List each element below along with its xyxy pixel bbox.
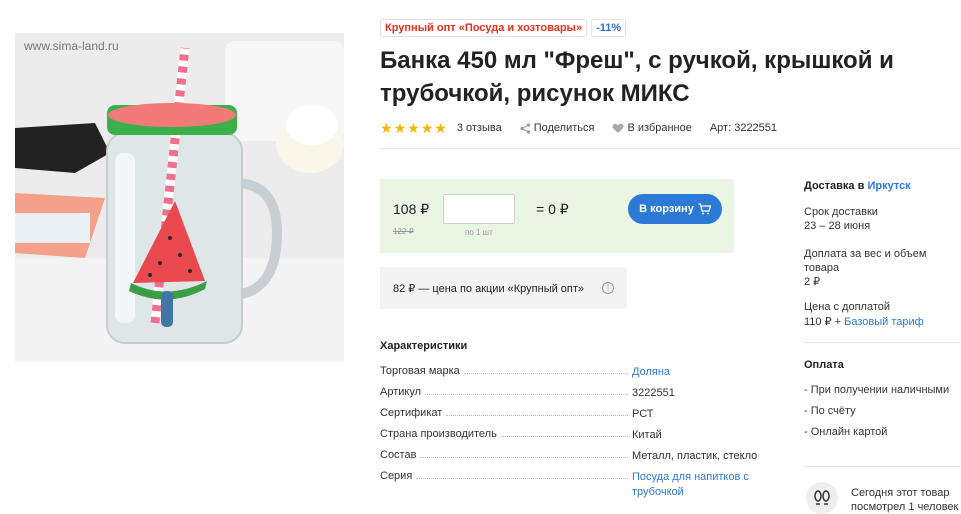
share-label: Поделиться bbox=[533, 122, 595, 134]
price-with-surcharge: 110 ₽ + Базовый тариф bbox=[804, 315, 924, 328]
char-value: Китай bbox=[632, 429, 662, 441]
delivery-heading: Доставка в Иркутск bbox=[804, 180, 911, 192]
divider bbox=[804, 466, 960, 467]
product-photo-illustration bbox=[15, 33, 344, 362]
star-icon: ★ bbox=[380, 119, 393, 136]
char-key: Сертификат bbox=[380, 407, 443, 419]
star-icon: ★ bbox=[420, 119, 434, 136]
payment-method: - При получении наличными bbox=[804, 384, 950, 396]
footprints-icon bbox=[814, 490, 830, 505]
divider bbox=[804, 342, 960, 343]
char-row: Сертификат РСТ bbox=[380, 407, 770, 428]
share-button[interactable]: Поделиться bbox=[520, 122, 595, 134]
surcharge-value: 2 ₽ bbox=[804, 276, 821, 288]
image-watermark: www.sima-land.ru bbox=[24, 39, 119, 53]
char-value: 3222551 bbox=[632, 387, 675, 399]
characteristics-title: Характеристики bbox=[380, 340, 468, 352]
char-row: Серия Посуда для напитков с трубочкой bbox=[380, 470, 770, 506]
char-row: Страна производитель Китай bbox=[380, 428, 770, 449]
price-with-surcharge-label: Цена с доплатой bbox=[804, 301, 891, 313]
product-title: Банка 450 мл "Фреш", с ручкой, крышкой и… bbox=[380, 47, 894, 107]
cart-icon bbox=[698, 203, 711, 215]
price-with-surcharge-value: 110 ₽ + bbox=[804, 316, 842, 328]
info-icon[interactable]: i bbox=[602, 282, 614, 294]
char-row: Артикул 3222551 bbox=[380, 386, 770, 407]
char-key: Торговая марка bbox=[380, 365, 460, 377]
reviews-link[interactable]: 3 отзыва bbox=[457, 122, 502, 134]
delivery-term-label: Срок доставки bbox=[804, 206, 878, 218]
heart-icon bbox=[612, 123, 624, 133]
tariff-link[interactable]: Базовый тариф bbox=[844, 316, 924, 328]
star-icon: ★ bbox=[434, 119, 447, 136]
char-value: Металл, пластик, стекло bbox=[632, 450, 758, 462]
old-price: 122 ₽ bbox=[393, 227, 414, 236]
char-key: Серия bbox=[380, 470, 413, 482]
badges: Крупный опт «Посуда и хозтовары» -11% bbox=[380, 19, 627, 37]
payment-heading: Оплата bbox=[804, 359, 844, 371]
product-meta: ★ ★ ★ ★ ★ 3 отзыва Поделиться В избранно… bbox=[380, 120, 777, 136]
payment-method: - Онлайн картой bbox=[804, 426, 888, 438]
star-icon: ★ bbox=[407, 119, 420, 136]
char-row: Торговая марка Доляна bbox=[380, 365, 770, 386]
viewed-today-text: Сегодня этот товар посмотрел 1 человек bbox=[851, 487, 959, 513]
delivery-city-link[interactable]: Иркутск bbox=[867, 180, 910, 192]
promo-badge[interactable]: Крупный опт «Посуда и хозтовары» bbox=[380, 19, 588, 37]
char-value: РСТ bbox=[632, 408, 654, 420]
article-number: Арт: 3222551 bbox=[709, 122, 778, 134]
surcharge-label: Доплата за вес и объем товара bbox=[804, 248, 927, 274]
char-value-brand-link[interactable]: Доляна bbox=[632, 365, 762, 380]
product-image[interactable]: www.sima-land.ru bbox=[15, 33, 344, 362]
promo-price-text: 82 ₽ — цена по акции «Крупный опт» bbox=[393, 282, 585, 295]
char-key: Состав bbox=[380, 449, 417, 461]
characteristics-table: Торговая марка Доляна Артикул 3222551 Се… bbox=[380, 365, 770, 506]
current-price: 108 ₽ bbox=[393, 201, 430, 217]
discount-badge: -11% bbox=[591, 19, 627, 37]
divider bbox=[380, 148, 960, 149]
per-unit-label: по 1 шт bbox=[465, 228, 493, 237]
payment-methods: - При получении наличными - По счёту - О… bbox=[804, 380, 949, 443]
viewers-icon bbox=[806, 482, 838, 514]
cart-button-label: В корзину bbox=[639, 203, 694, 215]
char-row: Состав Металл, пластик, стекло bbox=[380, 449, 770, 470]
delivery-term-value: 23 – 28 июня bbox=[804, 220, 871, 232]
payment-method: - По счёту bbox=[804, 405, 856, 417]
char-key: Страна производитель bbox=[380, 428, 497, 440]
total-price: = 0 ₽ bbox=[536, 201, 569, 217]
favorite-label: В избранное bbox=[627, 122, 692, 134]
share-icon bbox=[520, 122, 530, 134]
promo-price-panel: 82 ₽ — цена по акции «Крупный опт» i bbox=[380, 267, 627, 309]
price-panel: 108 ₽ 122 ₽ по 1 шт = 0 ₽ В корзину bbox=[380, 179, 734, 253]
add-to-cart-button[interactable]: В корзину bbox=[628, 194, 722, 224]
favorite-button[interactable]: В избранное bbox=[612, 122, 692, 134]
quantity-input[interactable] bbox=[443, 194, 515, 224]
char-key: Артикул bbox=[380, 386, 422, 398]
star-icon: ★ bbox=[393, 119, 407, 136]
char-value-series-link[interactable]: Посуда для напитков с трубочкой bbox=[632, 470, 762, 500]
rating-stars[interactable]: ★ ★ ★ ★ ★ bbox=[380, 120, 447, 137]
